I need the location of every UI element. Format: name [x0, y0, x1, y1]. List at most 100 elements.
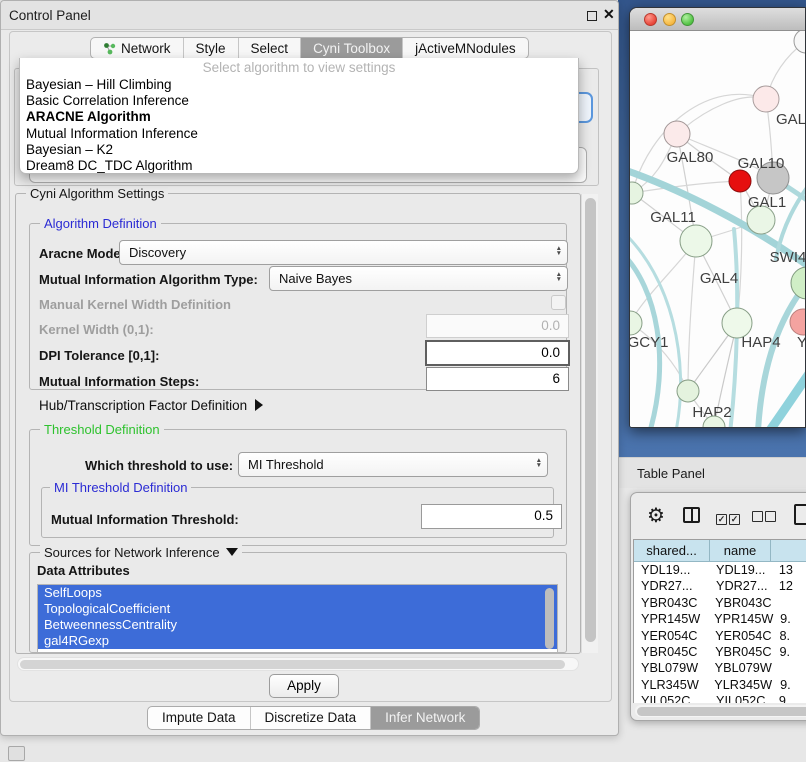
- control-panel-titlebar[interactable]: Control Panel ✕: [1, 1, 618, 30]
- table-cell[interactable]: YBL079W: [634, 660, 709, 676]
- network-node-y[interactable]: [790, 309, 806, 335]
- float-window-icon[interactable]: [587, 11, 597, 21]
- attribute-item[interactable]: TopologicalCoefficient: [38, 601, 557, 617]
- network-edge[interactable]: [688, 241, 696, 391]
- table-cell[interactable]: YDR27...: [634, 578, 710, 594]
- network-node[interactable]: [729, 170, 751, 192]
- table-row[interactable]: YBR045CYBR045C9.: [634, 644, 806, 660]
- network-edge[interactable]: [677, 97, 766, 134]
- network-view-window[interactable]: GALGAL80GAL10GAL1GAL11GAL4SWI4GCY1HAP4YH…: [629, 7, 806, 428]
- manual-kernel-width-checkbox[interactable]: [551, 295, 566, 310]
- table-cell[interactable]: YDL19...: [710, 562, 771, 578]
- algorithm-option[interactable]: Bayesian – Hill Climbing: [20, 77, 578, 93]
- hub-definition-expander[interactable]: Hub/Transcription Factor Definition: [39, 398, 263, 413]
- bottom-tabbar[interactable]: Impute Data Discretize Data Infer Networ…: [147, 706, 480, 730]
- table-cell[interactable]: [772, 595, 806, 611]
- network-node-gal80[interactable]: [664, 121, 690, 147]
- attribute-item[interactable]: SelfLoops: [38, 585, 557, 601]
- network-node-swi4[interactable]: [791, 267, 806, 299]
- table-cell[interactable]: YPR145W: [708, 611, 772, 627]
- table-row[interactable]: YPR145WYPR145W9.: [634, 611, 806, 627]
- table-cell[interactable]: YER054C: [634, 628, 709, 644]
- network-edge[interactable]: [768, 361, 806, 428]
- mi-algorithm-type-select[interactable]: Naive Bayes ▲▼: [269, 266, 568, 291]
- tab-network[interactable]: Network: [91, 38, 183, 58]
- settings-horizontal-scrollbar-thumb[interactable]: [20, 660, 565, 669]
- tab-impute-data[interactable]: Impute Data: [148, 707, 250, 729]
- attribute-item[interactable]: gal4RGexp: [38, 633, 557, 649]
- apply-button[interactable]: Apply: [269, 674, 339, 698]
- table-cell[interactable]: 9.: [772, 644, 806, 660]
- tab-discretize-data[interactable]: Discretize Data: [250, 707, 371, 729]
- mi-threshold-field[interactable]: 0.5: [421, 504, 562, 529]
- zoom-traffic-light-icon[interactable]: [681, 13, 694, 26]
- network-window-titlebar[interactable]: [630, 8, 805, 31]
- new-table-icon[interactable]: [794, 504, 806, 525]
- network-canvas[interactable]: GALGAL80GAL10GAL1GAL11GAL4SWI4GCY1HAP4YH…: [630, 31, 806, 428]
- aracne-mode-select[interactable]: Discovery ▲▼: [119, 240, 568, 265]
- table-horizontal-scrollbar-thumb[interactable]: [637, 707, 806, 716]
- settings-vertical-scrollbar[interactable]: [581, 194, 598, 653]
- table-cell[interactable]: YDL19...: [634, 562, 710, 578]
- which-threshold-select[interactable]: MI Threshold ▲▼: [238, 452, 548, 477]
- node-attribute-table[interactable]: shared... name YDL19...YDL19...13YDR27..…: [633, 539, 806, 703]
- close-icon[interactable]: ✕: [603, 6, 615, 23]
- table-cell[interactable]: 9.: [772, 611, 806, 627]
- table-row[interactable]: YBR043CYBR043C: [634, 595, 806, 611]
- columns-icon[interactable]: [683, 507, 700, 523]
- deselect-all-checkboxes-icon[interactable]: [752, 509, 778, 527]
- tab-select[interactable]: Select: [238, 38, 301, 58]
- gear-icon[interactable]: ⚙: [647, 503, 665, 529]
- table-cell[interactable]: [772, 660, 806, 676]
- table-row[interactable]: YLR345WYLR345W9.: [634, 677, 806, 693]
- table-panel-window[interactable]: ⚙ ✓✓ shared... name YDL19...YDL19...13YD…: [630, 492, 806, 721]
- table-cell[interactable]: YPR145W: [634, 611, 708, 627]
- tab-jactivemnodules[interactable]: jActiveMNodules: [402, 38, 528, 58]
- algorithm-option[interactable]: ARACNE Algorithm: [20, 109, 578, 125]
- algorithm-option[interactable]: Mutual Information Inference: [20, 126, 578, 142]
- table-row[interactable]: YDR27...YDR27...12: [634, 578, 806, 594]
- table-horizontal-scrollbar[interactable]: [635, 705, 806, 717]
- table-cell[interactable]: YER054C: [709, 628, 771, 644]
- network-node-gal11[interactable]: [630, 182, 643, 204]
- mi-steps-field[interactable]: 6: [426, 367, 569, 391]
- close-traffic-light-icon[interactable]: [644, 13, 657, 26]
- table-cell[interactable]: 9.: [772, 677, 806, 693]
- column-header-third[interactable]: [771, 540, 806, 562]
- tab-style[interactable]: Style: [183, 38, 238, 58]
- algorithm-list[interactable]: Bayesian – Hill ClimbingBasic Correlatio…: [20, 77, 578, 174]
- attributes-scrollbar-thumb[interactable]: [545, 588, 554, 649]
- table-cell[interactable]: YLR345W: [708, 677, 772, 693]
- table-cell[interactable]: 12: [771, 578, 806, 594]
- network-node-hap2[interactable]: [677, 380, 699, 402]
- table-cell[interactable]: YIL052C: [710, 693, 771, 703]
- algorithm-option[interactable]: Dream8 DC_TDC Algorithm: [20, 158, 578, 174]
- column-header-name[interactable]: name: [710, 540, 771, 562]
- table-rows[interactable]: YDL19...YDL19...13YDR27...YDR27...12YBR0…: [634, 562, 806, 703]
- network-node-gal[interactable]: [753, 86, 779, 112]
- tab-cyni-toolbox[interactable]: Cyni Toolbox: [300, 38, 402, 58]
- table-cell[interactable]: YBR043C: [634, 595, 709, 611]
- table-row[interactable]: YER054CYER054C8.: [634, 628, 806, 644]
- table-cell[interactable]: YLR345W: [634, 677, 708, 693]
- table-row[interactable]: YIL052CYIL052C9: [634, 693, 806, 703]
- table-cell[interactable]: YBR045C: [634, 644, 709, 660]
- table-cell[interactable]: YBR045C: [709, 644, 771, 660]
- table-cell[interactable]: 13: [771, 562, 806, 578]
- algorithm-option[interactable]: Basic Correlation Inference: [20, 93, 578, 109]
- table-row[interactable]: YDL19...YDL19...13: [634, 562, 806, 578]
- control-panel-tabbar[interactable]: Network Style Select Cyni Toolbox jActiv…: [90, 37, 529, 59]
- data-attributes-list[interactable]: SelfLoopsTopologicalCoefficientBetweenne…: [37, 584, 558, 653]
- minimized-panel-icon[interactable]: [8, 746, 25, 761]
- attribute-items[interactable]: SelfLoopsTopologicalCoefficientBetweenne…: [38, 585, 557, 649]
- dpi-tolerance-field[interactable]: 0.0: [425, 340, 570, 366]
- network-node-gal4[interactable]: [680, 225, 712, 257]
- table-row[interactable]: YBL079WYBL079W: [634, 660, 806, 676]
- table-header-row[interactable]: shared... name: [634, 540, 806, 562]
- table-cell[interactable]: YBR043C: [709, 595, 771, 611]
- table-cell[interactable]: YDR27...: [710, 578, 771, 594]
- table-cell[interactable]: YBL079W: [709, 660, 772, 676]
- attribute-item[interactable]: BetweennessCentrality: [38, 617, 557, 633]
- settings-horizontal-scrollbar[interactable]: [17, 657, 579, 671]
- table-cell[interactable]: 8.: [772, 628, 806, 644]
